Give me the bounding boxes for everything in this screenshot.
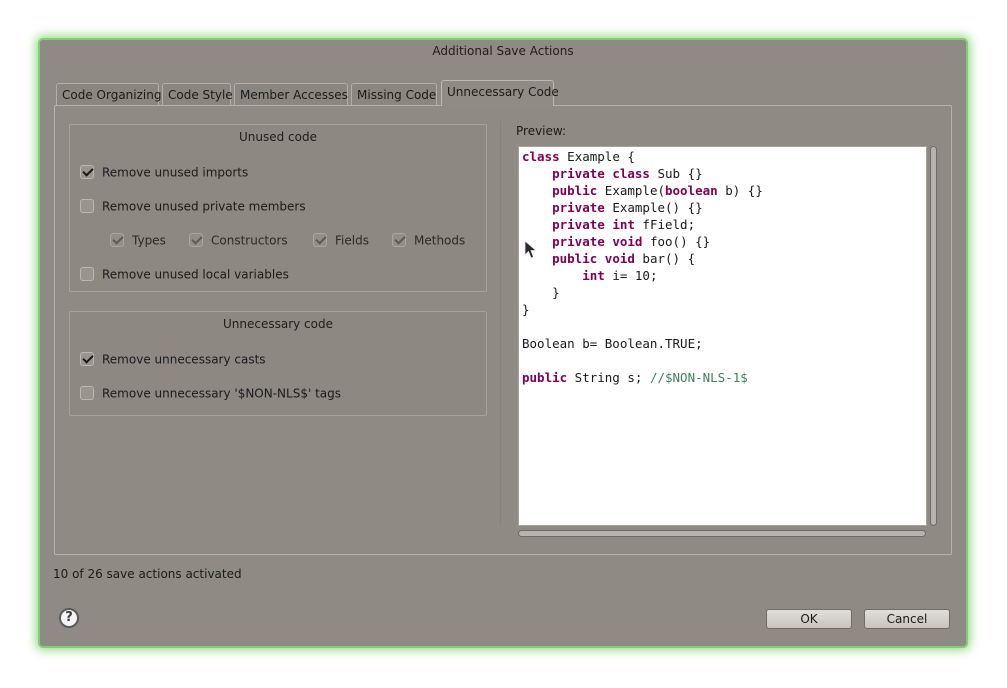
tab-code-organizing[interactable]: Code Organizing (56, 83, 161, 105)
remove-unnecessary-nls-tags-option[interactable]: Remove unnecessary '$NON-NLS$' tags (80, 384, 341, 402)
unnecessary-code-title: Unnecessary code (222, 317, 333, 331)
remove-unused-private-members-option[interactable]: Remove unused private members (80, 197, 306, 215)
remove-unused-local-variables-checkbox[interactable] (80, 266, 94, 281)
help-icon[interactable]: ? (59, 608, 79, 628)
mouse-pointer-icon (524, 240, 538, 259)
types-checkbox[interactable] (110, 232, 124, 247)
remove-unused-private-members-checkbox[interactable] (80, 198, 94, 213)
dialog-title: Additional Save Actions (432, 44, 574, 58)
types-option[interactable]: Types (110, 231, 166, 249)
methods-option[interactable]: Methods (392, 231, 465, 249)
remove-unnecessary-casts-checkbox[interactable] (80, 351, 94, 366)
fields-checkbox[interactable] (313, 232, 327, 247)
remove-unused-imports-checkbox[interactable] (80, 164, 94, 179)
remove-unnecessary-casts-option[interactable]: Remove unnecessary casts (80, 350, 266, 368)
tab-member-accesses[interactable]: Member Accesses (234, 83, 348, 105)
unused-code-group: Unused code Remove unused imports Remove… (69, 124, 487, 292)
fields-option[interactable]: Fields (313, 231, 369, 249)
remove-unused-local-variables-label: Remove unused local variables (102, 267, 289, 282)
remove-unnecessary-casts-label: Remove unnecessary casts (102, 352, 266, 367)
preview-horizontal-scrollbar[interactable] (518, 530, 926, 537)
remove-unnecessary-nls-tags-label: Remove unnecessary '$NON-NLS$' tags (102, 386, 342, 401)
types-label: Types (132, 233, 166, 248)
remove-unused-local-variables-option[interactable]: Remove unused local variables (80, 265, 289, 283)
tab-missing-code[interactable]: Missing Code (351, 83, 437, 105)
methods-checkbox[interactable] (392, 232, 406, 247)
remove-unused-private-members-label: Remove unused private members (102, 199, 306, 214)
remove-unused-imports-option[interactable]: Remove unused imports (80, 163, 248, 181)
preview-vertical-scrollbar[interactable] (930, 146, 937, 526)
preview-label: Preview: (516, 124, 567, 138)
unused-code-title: Unused code (239, 130, 317, 144)
methods-label: Methods (414, 233, 466, 248)
constructors-label: Constructors (211, 233, 288, 248)
unnecessary-code-group: Unnecessary code Remove unnecessary cast… (69, 311, 487, 416)
preview-code-area[interactable]: class Example { private class Sub {} pub… (518, 146, 927, 526)
constructors-option[interactable]: Constructors (189, 231, 288, 249)
constructors-checkbox[interactable] (189, 232, 203, 247)
tab-code-style[interactable]: Code Style (162, 83, 233, 105)
tab-content-panel: Unused code Remove unused imports Remove… (54, 105, 952, 555)
additional-save-actions-dialog: Additional Save Actions Code Organizing … (40, 40, 966, 646)
remove-unused-imports-label: Remove unused imports (102, 165, 249, 180)
preview-code: class Example { private class Sub {} pub… (522, 149, 763, 385)
remove-unnecessary-nls-tags-checkbox[interactable] (80, 385, 94, 400)
status-text: 10 of 26 save actions activated (53, 567, 242, 581)
tab-unnecessary-code[interactable]: Unnecessary Code (441, 80, 559, 106)
cancel-button[interactable]: Cancel (864, 609, 950, 629)
fields-label: Fields (335, 233, 369, 248)
panel-divider (500, 121, 501, 526)
ok-button[interactable]: OK (766, 609, 852, 629)
